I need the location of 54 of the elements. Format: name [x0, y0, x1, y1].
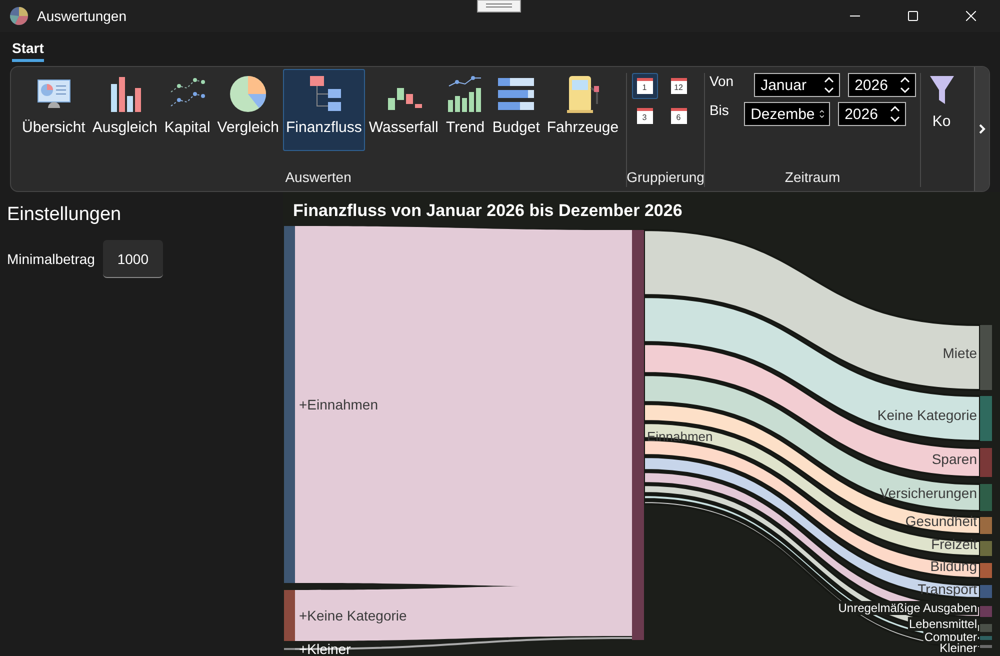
ribbon-button[interactable]: Kapital [161, 69, 214, 143]
group-label: Gruppierung [626, 169, 704, 187]
group-label: Auswerten [285, 169, 352, 187]
app-logo-icon [9, 6, 29, 26]
up-down-icon [898, 76, 911, 94]
grouping-toggle[interactable]: 6 [666, 103, 692, 129]
up-down-icon [822, 76, 835, 94]
range-label: Von [709, 73, 734, 89]
node-label: Lebensmittel [908, 617, 977, 631]
ribbon-button[interactable]: Ausgleich [89, 69, 160, 143]
node-label: Kleiner [940, 641, 977, 655]
close-icon [966, 11, 976, 21]
pie-chart-icon [228, 74, 268, 114]
maximize-icon [908, 11, 918, 21]
ribbon-button[interactable]: Wasserfall [366, 69, 442, 143]
node-label: +Keine Kategorie [299, 608, 407, 624]
node-label: Unregelmäßige Ausgaben [838, 601, 977, 615]
chart-title: Finanzfluss von Januar 2026 bis Dezember 2026 [292, 200, 684, 222]
panel-title: Einstellungen [7, 204, 122, 226]
calendar-icon: 1 [636, 78, 653, 94]
calendar-icon: 6 [670, 108, 687, 124]
year-spinner[interactable]: 2026 [838, 102, 906, 126]
ribbon-button[interactable]: Fahrzeuge [544, 69, 622, 143]
node-label: Miete [942, 345, 977, 361]
month-spinner[interactable]: Dezembe [744, 102, 830, 126]
window-title: Auswertungen [37, 8, 127, 24]
chevron-right-icon [978, 123, 986, 135]
node-label: Computer [924, 630, 977, 644]
node-label: +Einnahmen [299, 396, 378, 412]
node-label: Sparen [932, 451, 977, 467]
node-label: Keine Kategorie [877, 407, 977, 423]
ribbon-tab[interactable]: Start [12, 38, 44, 62]
ribbon-button[interactable]: Übersicht [19, 69, 88, 143]
scroll-right-button[interactable] [974, 67, 989, 191]
grouping-toggle[interactable]: 12 [666, 73, 692, 99]
ribbon-button[interactable]: Finanzfluss [283, 69, 365, 151]
year-spinner[interactable]: 2026 [848, 73, 916, 97]
calendar-icon: 12 [670, 78, 687, 94]
node-label: Gesundheit [905, 513, 977, 529]
node-label: Bildung [930, 558, 977, 574]
calendar-icon: 3 [636, 108, 653, 124]
group-label: Zeitraum [784, 169, 840, 187]
ribbon-button[interactable]: Vergleich [214, 69, 282, 143]
grouping-toggle[interactable]: 3 [632, 103, 658, 129]
range-label: Bis [709, 102, 730, 118]
ribbon-button[interactable]: Budget [489, 69, 543, 143]
grouping-toggle[interactable]: 1 [632, 73, 658, 99]
ribbon-button[interactable]: Trend [442, 69, 488, 143]
handle-icon[interactable] [477, 0, 521, 13]
field-label: Minimalbetrag [7, 251, 95, 267]
up-down-icon [888, 105, 901, 123]
amount-field[interactable]: 1000 [102, 240, 163, 278]
filter-button[interactable]: Ko [924, 73, 959, 143]
month-spinner[interactable]: Januar [754, 73, 840, 97]
